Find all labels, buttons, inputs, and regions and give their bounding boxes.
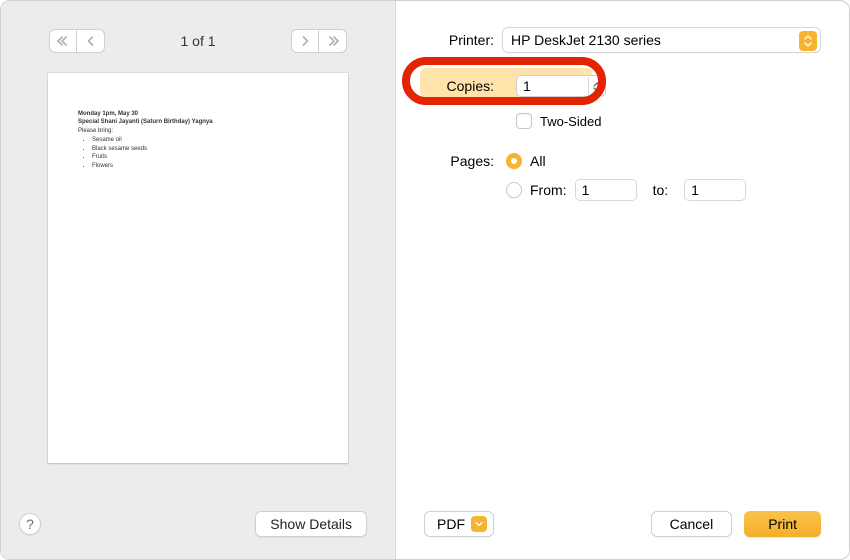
doc-list-item: Flowers	[92, 162, 330, 170]
doc-line-3: Please bring:	[78, 128, 330, 136]
last-page-button[interactable]	[319, 29, 347, 53]
two-sided-checkbox[interactable]	[516, 113, 532, 129]
prev-page-button[interactable]	[77, 29, 105, 53]
copies-highlight: Copies:	[416, 75, 606, 97]
preview-wrap: Monday 1pm, May 30 Special Shani Jayanti…	[1, 65, 395, 495]
to-label: to:	[653, 182, 669, 198]
radio-range[interactable]	[506, 182, 522, 198]
show-details-button[interactable]: Show Details	[255, 511, 367, 537]
printer-row: Printer: HP DeskJet 2130 series	[416, 27, 821, 53]
from-label: From:	[530, 182, 567, 198]
two-sided-label: Two-Sided	[540, 114, 601, 129]
copies-label: Copies:	[416, 78, 502, 94]
doc-list: Sesame oil Black sesame seeds Fruits Flo…	[92, 136, 330, 170]
first-page-button[interactable]	[49, 29, 77, 53]
preview-page: Monday 1pm, May 30 Special Shani Jayanti…	[48, 73, 348, 463]
stepper-buttons[interactable]	[588, 77, 604, 97]
printer-label: Printer:	[416, 32, 502, 48]
doc-list-item: Fruits	[92, 153, 330, 161]
printer-select[interactable]: HP DeskJet 2130 series	[502, 27, 821, 53]
updown-icon	[799, 31, 817, 51]
pdf-label: PDF	[437, 516, 465, 532]
pages-label: Pages:	[416, 153, 502, 169]
pages-range-option[interactable]: From: to:	[506, 179, 746, 201]
copies-stepper[interactable]	[516, 75, 606, 97]
copies-row: Copies:	[416, 75, 821, 97]
preview-pane: 1 of 1 Monday 1pm, May 30 Special Shani …	[1, 1, 396, 559]
help-button[interactable]: ?	[19, 513, 41, 535]
doc-list-item: Black sesame seeds	[92, 145, 330, 153]
doc-line-1: Monday 1pm, May 30	[78, 111, 330, 119]
pages-row: Pages: All From: to:	[416, 153, 821, 201]
help-icon: ?	[26, 516, 34, 532]
nav-forward-group	[291, 29, 347, 53]
print-dialog: 1 of 1 Monday 1pm, May 30 Special Shani …	[0, 0, 850, 560]
footer-actions: Cancel Print	[651, 511, 821, 537]
from-input[interactable]	[575, 179, 637, 201]
left-footer: ? Show Details	[1, 495, 395, 559]
print-button[interactable]: Print	[744, 511, 821, 537]
pdf-menu-button[interactable]: PDF	[424, 511, 494, 537]
preview-nav: 1 of 1	[1, 1, 395, 65]
settings-pane: Printer: HP DeskJet 2130 series Copies:	[396, 1, 849, 559]
next-page-button[interactable]	[291, 29, 319, 53]
doc-line-2: Special Shani Jayanti (Saturn Birthday) …	[78, 119, 330, 127]
cancel-button[interactable]: Cancel	[651, 511, 733, 537]
doc-list-item: Sesame oil	[92, 136, 330, 144]
form-area: Printer: HP DeskJet 2130 series Copies:	[396, 1, 849, 497]
chevron-down-icon	[471, 516, 487, 532]
printer-value: HP DeskJet 2130 series	[511, 32, 661, 48]
nav-back-group	[49, 29, 105, 53]
right-footer: PDF Cancel Print	[396, 497, 849, 559]
pages-radios: All From: to:	[506, 153, 746, 201]
radio-all[interactable]	[506, 153, 522, 169]
pages-all-option[interactable]: All	[506, 153, 746, 169]
page-indicator: 1 of 1	[180, 33, 215, 49]
to-input[interactable]	[684, 179, 746, 201]
two-sided-row: Two-Sided	[516, 113, 821, 129]
all-label: All	[530, 153, 546, 169]
